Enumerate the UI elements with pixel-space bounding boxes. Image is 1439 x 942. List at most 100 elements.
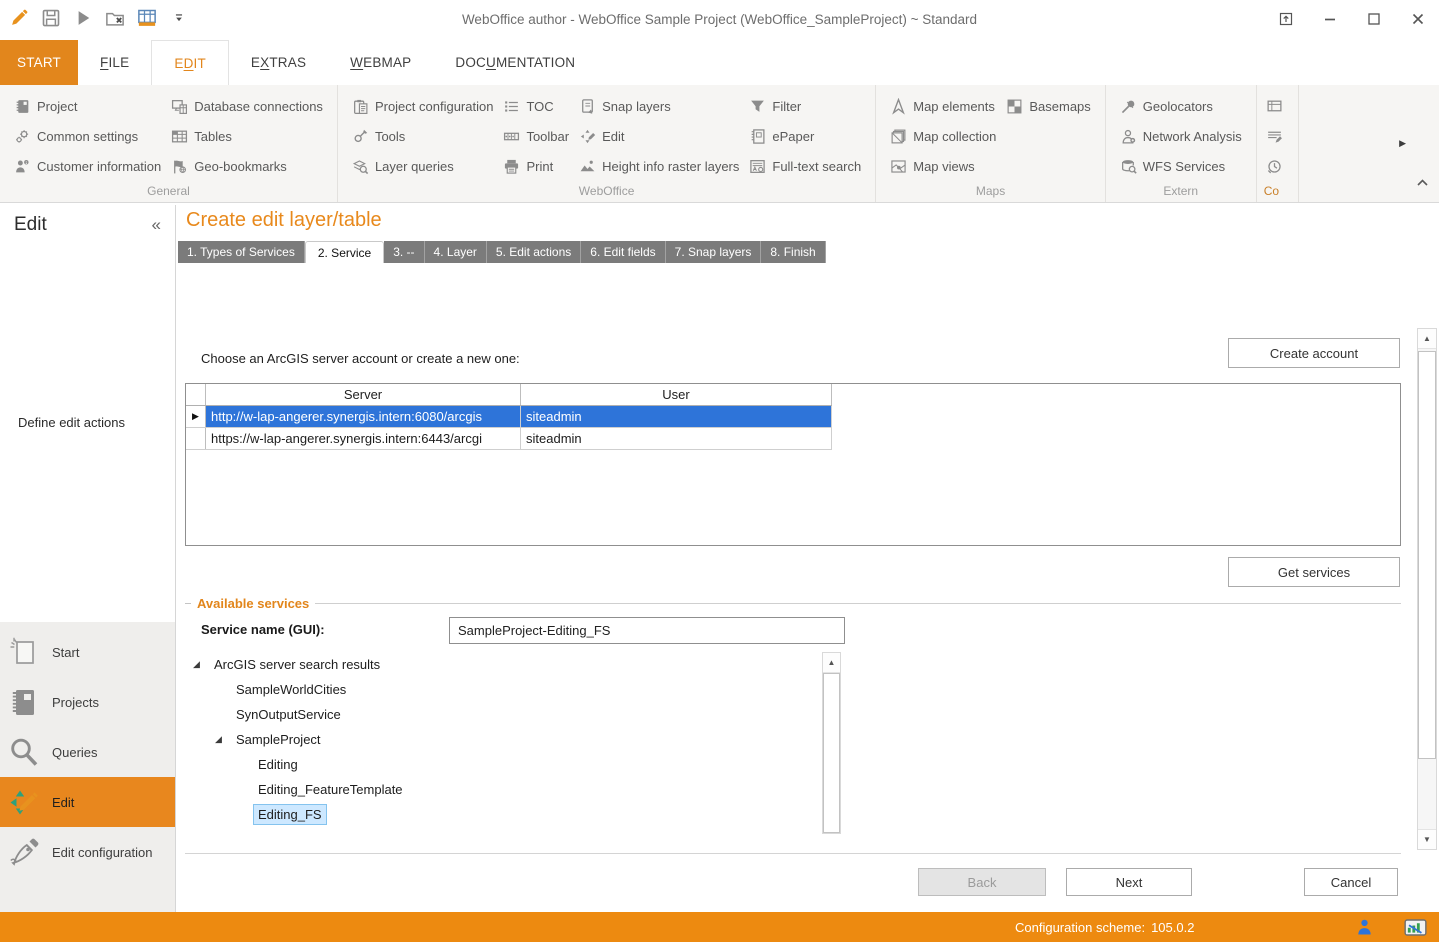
ribbon-item-layer-queries[interactable]: Layer queries (347, 151, 499, 181)
scroll-up-icon[interactable]: ▲ (823, 653, 840, 673)
ribbon-tab-documentation[interactable]: DOCUMENTATION (433, 40, 597, 85)
tree-expander-icon[interactable]: ◢ (215, 734, 231, 745)
ribbon-item-project[interactable]: Project (9, 91, 166, 121)
scroll-down-icon[interactable]: ▼ (1418, 829, 1436, 849)
table-row[interactable]: https://w-lap-angerer.synergis.intern:64… (186, 428, 832, 450)
ribbon-item-toolbar[interactable]: Toolbar (498, 121, 574, 151)
minimize-icon[interactable] (1319, 8, 1341, 30)
tree-item-sampleworldcities[interactable]: SampleWorldCities (191, 677, 811, 702)
ribbon-group-label: Extern (1115, 182, 1247, 202)
scrollbar-thumb[interactable] (823, 673, 840, 833)
user-cell[interactable]: siteadmin (521, 406, 832, 427)
height-info-raster-layers-icon (579, 158, 596, 175)
ribbon-scroll-right-icon[interactable]: ▶ (1399, 138, 1406, 149)
wizard-step-3[interactable]: 3. -- (384, 241, 424, 263)
wfs-services-icon (1120, 158, 1137, 175)
row-selector-cell[interactable]: ▶ (186, 406, 206, 427)
ribbon-item-filter[interactable]: Filter (744, 91, 866, 121)
ribbon-item-screen-small[interactable] (1261, 91, 1288, 121)
tree-item-editing[interactable]: Editing (191, 752, 811, 777)
ribbon-tab-start[interactable]: START (0, 40, 78, 85)
sidebar-item-edit[interactable]: Edit (0, 777, 175, 827)
ribbon-item-snap-layers[interactable]: Snap layers (574, 91, 744, 121)
ribbon-item-epaper[interactable]: ePaper (744, 121, 866, 151)
ribbon-item-wfs-services[interactable]: WFS Services (1115, 151, 1247, 181)
tree-item-arcgis-server-search-results[interactable]: ◢ArcGIS server search results (191, 652, 811, 677)
close-project-icon[interactable] (104, 7, 126, 29)
tree-item-synoutputservice[interactable]: SynOutputService (191, 702, 811, 727)
ribbon-collapse-icon[interactable] (1416, 178, 1429, 187)
page-scrollbar[interactable]: ▲ ▼ (1417, 328, 1437, 850)
scroll-up-icon[interactable]: ▲ (1418, 329, 1436, 349)
ribbon-item-height-info-raster-layers[interactable]: Height info raster layers (574, 151, 744, 181)
ribbon-item-basemaps[interactable]: Basemaps (1001, 91, 1095, 121)
wizard-step-1-types-of-services[interactable]: 1. Types of Services (178, 241, 305, 263)
configuration-scheme: Configuration scheme: 105.0.2 (1015, 920, 1194, 935)
create-account-button[interactable]: Create account (1228, 338, 1400, 368)
table-row[interactable]: ▶http://w-lap-angerer.synergis.intern:60… (186, 406, 832, 428)
save-icon[interactable] (40, 7, 62, 29)
sidebar-item-start[interactable]: Start (0, 627, 175, 677)
ribbon-tab-extras[interactable]: EXTRAS (229, 40, 328, 85)
ribbon-tab-file[interactable]: FILE (78, 40, 151, 85)
tables-icon[interactable] (136, 7, 158, 29)
ribbon-item-print[interactable]: Print (498, 151, 574, 181)
ribbon-item-customer-information[interactable]: Customer information (9, 151, 166, 181)
sidebar-item-edit-configuration[interactable]: Edit configuration (0, 827, 175, 877)
wizard-step-8-finish[interactable]: 8. Finish (761, 241, 825, 263)
edit-pencil-icon[interactable] (8, 7, 30, 29)
ribbon-item-toc[interactable]: TOC (498, 91, 574, 121)
sidebar-item-label: Start (52, 645, 79, 660)
wizard-step-6-edit-fields[interactable]: 6. Edit fields (581, 241, 665, 263)
next-button[interactable]: Next (1066, 868, 1192, 896)
sidebar-item-queries[interactable]: Queries (0, 727, 175, 777)
column-header-user[interactable]: User (521, 384, 832, 405)
tree-expander-icon[interactable]: ◢ (193, 659, 209, 670)
cancel-button[interactable]: Cancel (1304, 868, 1398, 896)
wizard-step-2-service[interactable]: 2. Service (305, 241, 384, 263)
tree-item-sampleproject[interactable]: ◢SampleProject (191, 727, 811, 752)
back-button[interactable]: Back (918, 868, 1046, 896)
server-cell[interactable]: https://w-lap-angerer.synergis.intern:64… (206, 428, 521, 449)
get-services-button[interactable]: Get services (1228, 557, 1400, 587)
scrollbar-thumb[interactable] (1418, 351, 1436, 759)
ribbon-item-tools[interactable]: Tools (347, 121, 499, 151)
ribbon-tab-edit[interactable]: EDIT (151, 40, 229, 85)
customize-quick-access-icon[interactable] (168, 7, 190, 29)
ribbon-item-edit[interactable]: Edit (574, 121, 744, 151)
ribbon-item-project-configuration[interactable]: Project configuration (347, 91, 499, 121)
row-selector-cell[interactable] (186, 428, 206, 449)
server-cell[interactable]: http://w-lap-angerer.synergis.intern:608… (206, 406, 521, 427)
ribbon-item-geo-bookmarks[interactable]: Geo-bookmarks (166, 151, 328, 181)
edit-panel-sidebar: Edit « Define edit actions StartProjects… (0, 205, 176, 912)
user-status-icon[interactable] (1356, 918, 1373, 935)
ribbon-item-map-elements[interactable]: Map elements (885, 91, 1001, 121)
ribbon-item-clock[interactable] (1261, 151, 1288, 181)
ribbon-item-map-collection[interactable]: Map collection (885, 121, 1001, 151)
ribbon-item-geolocators[interactable]: Geolocators (1115, 91, 1247, 121)
ribbon-tab-webmap[interactable]: WEBMAP (328, 40, 433, 85)
ribbon-item-network-analysis[interactable]: Network Analysis (1115, 121, 1247, 151)
monitor-status-icon[interactable] (1404, 919, 1427, 936)
tree-item-editing-featuretemplate[interactable]: Editing_FeatureTemplate (191, 777, 811, 802)
user-cell[interactable]: siteadmin (521, 428, 832, 449)
ribbon-item-lines-pen[interactable] (1261, 121, 1288, 151)
ribbon-item-common-settings[interactable]: Common settings (9, 121, 166, 151)
column-header-server[interactable]: Server (206, 384, 521, 405)
ribbon-item-map-views[interactable]: Map views (885, 151, 1001, 181)
run-icon[interactable] (72, 7, 94, 29)
pin-ribbon-icon[interactable] (1275, 8, 1297, 30)
ribbon-item-database-connections[interactable]: Database connections (166, 91, 328, 121)
tree-item-editing-fs[interactable]: Editing_FS (191, 802, 811, 827)
collapse-panel-icon[interactable]: « (152, 215, 161, 235)
ribbon-item-tables[interactable]: Tables (166, 121, 328, 151)
maximize-icon[interactable] (1363, 8, 1385, 30)
tree-scrollbar[interactable]: ▲ (822, 652, 841, 834)
wizard-step-4-layer[interactable]: 4. Layer (425, 241, 487, 263)
sidebar-item-projects[interactable]: Projects (0, 677, 175, 727)
ribbon-item-full-text-search[interactable]: Full-text search (744, 151, 866, 181)
close-icon[interactable] (1407, 8, 1429, 30)
wizard-step-5-edit-actions[interactable]: 5. Edit actions (487, 241, 581, 263)
service-name-input[interactable] (449, 617, 845, 644)
wizard-step-7-snap-layers[interactable]: 7. Snap layers (666, 241, 762, 263)
